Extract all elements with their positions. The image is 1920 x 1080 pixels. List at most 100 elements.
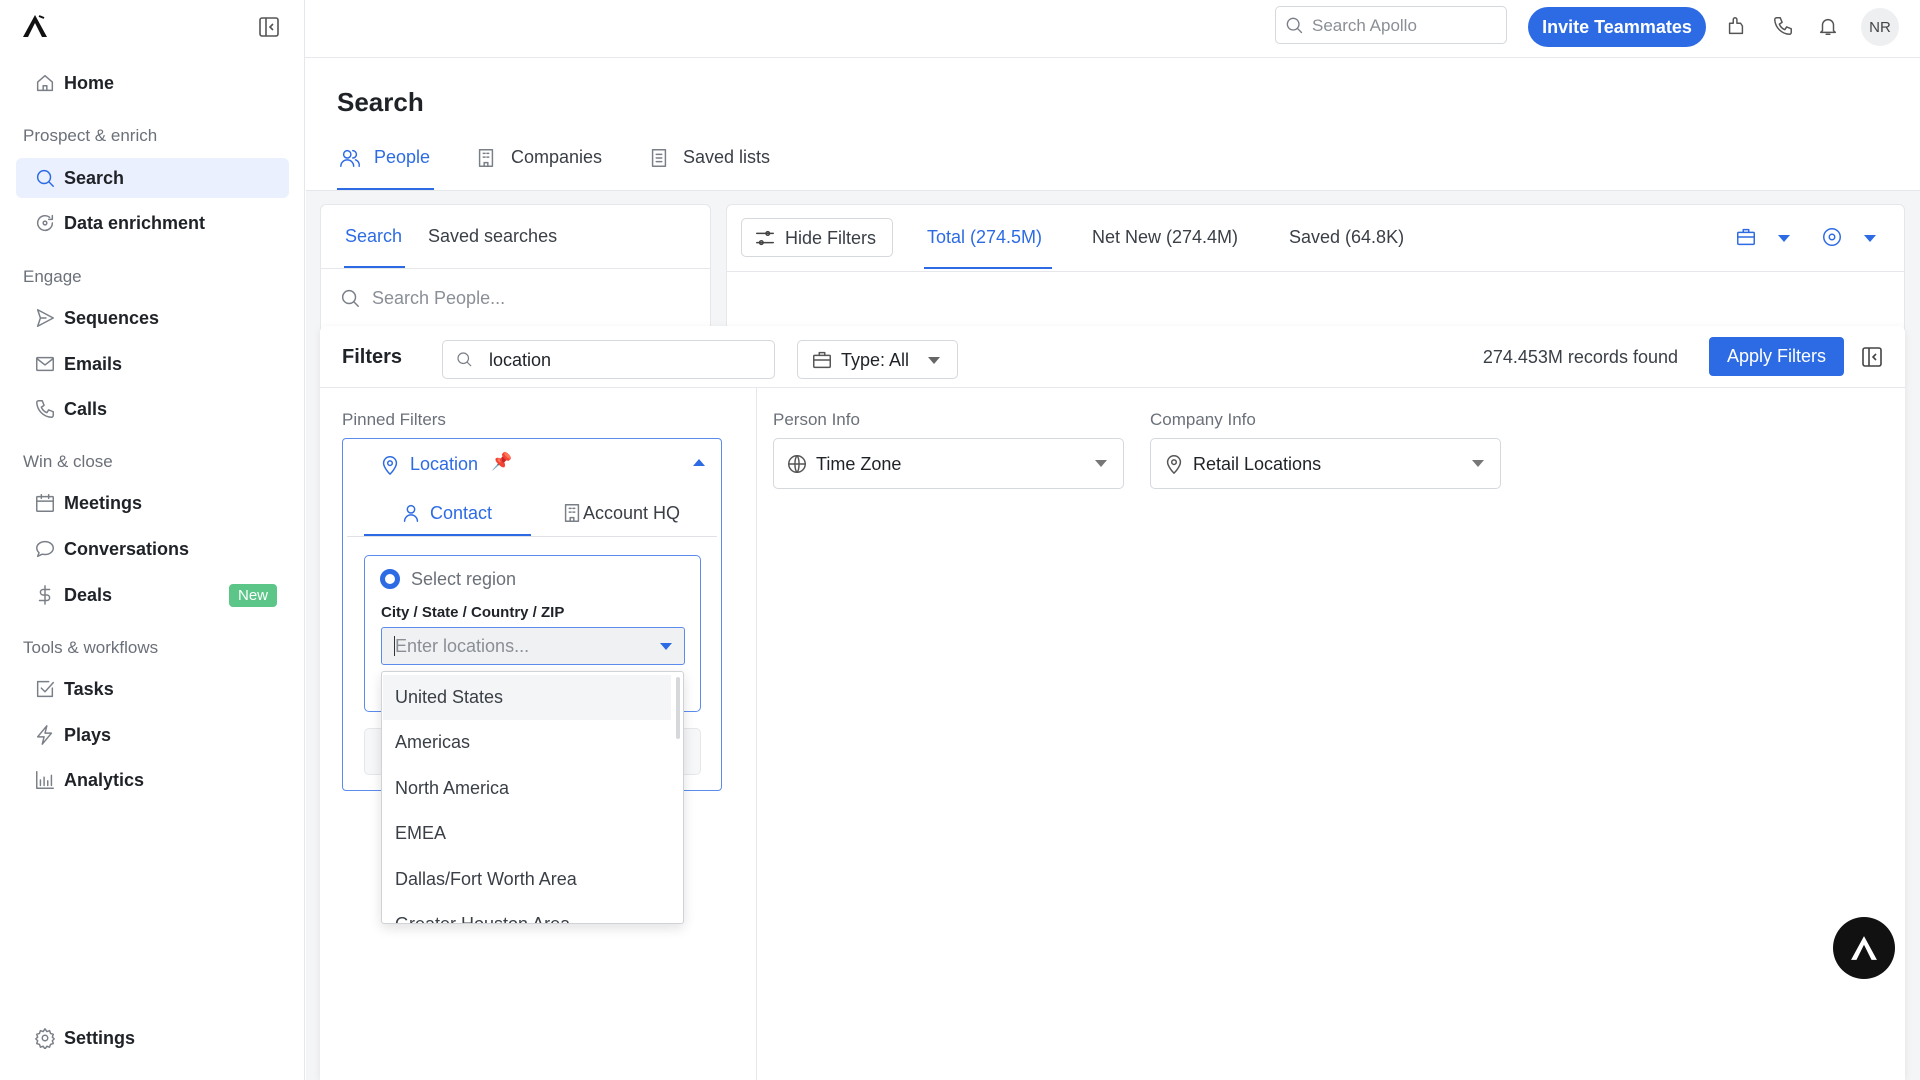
phone-icon[interactable] bbox=[1772, 15, 1794, 37]
filter-search-input[interactable]: location bbox=[442, 340, 775, 379]
section-win-close: Win & close bbox=[23, 452, 113, 471]
avatar[interactable]: NR bbox=[1861, 8, 1899, 46]
eye-icon[interactable] bbox=[1821, 226, 1843, 248]
divider bbox=[727, 271, 1904, 272]
calendar-icon bbox=[34, 492, 56, 514]
section-engage: Engage bbox=[23, 267, 82, 286]
type-dropdown[interactable]: Type: All bbox=[797, 340, 958, 379]
time-zone-filter[interactable]: Time Zone bbox=[773, 438, 1124, 489]
chevron-up-icon[interactable] bbox=[693, 459, 705, 466]
list-icon bbox=[648, 147, 668, 169]
search-icon bbox=[455, 350, 473, 368]
briefcase-icon bbox=[811, 349, 833, 371]
chevron-down-icon bbox=[1095, 460, 1107, 467]
dropdown-option[interactable]: United States bbox=[383, 675, 671, 720]
invite-teammates-button[interactable]: Invite Teammates bbox=[1528, 7, 1706, 47]
sidebar-item-emails[interactable]: Emails bbox=[16, 344, 289, 384]
sliders-icon bbox=[754, 227, 776, 249]
dropdown-option[interactable]: Americas bbox=[383, 720, 671, 765]
map-pin-icon bbox=[379, 454, 399, 476]
scrollbar[interactable] bbox=[676, 677, 680, 739]
hide-filters-button[interactable]: Hide Filters bbox=[741, 218, 893, 257]
people-icon bbox=[339, 147, 361, 169]
apollo-logo-icon bbox=[1851, 936, 1877, 960]
sidebar-item-search[interactable]: Search bbox=[16, 158, 289, 198]
location-filter-header[interactable]: Location 📌 bbox=[343, 439, 721, 489]
sidebar-item-settings[interactable]: Settings bbox=[16, 1018, 289, 1058]
tab-contact[interactable]: Contact bbox=[364, 500, 531, 536]
tab-account-hq[interactable]: Account HQ bbox=[553, 500, 703, 536]
tab-net-new[interactable]: Net New (274.4M) bbox=[1092, 227, 1238, 248]
section-tools: Tools & workflows bbox=[23, 638, 159, 657]
dropdown-option[interactable]: EMEA bbox=[383, 811, 671, 856]
divider bbox=[347, 536, 717, 537]
locations-input[interactable]: Enter locations... bbox=[381, 627, 685, 665]
chevron-down-icon bbox=[1472, 460, 1484, 467]
gear-icon bbox=[34, 1027, 56, 1049]
sidebar: Home Prospect & enrich Search Data enric… bbox=[0, 0, 305, 1080]
sidebar-item-calls[interactable]: Calls bbox=[16, 389, 289, 429]
sidebar-item-plays[interactable]: Plays bbox=[16, 715, 289, 755]
sidebar-item-tasks[interactable]: Tasks bbox=[16, 669, 289, 709]
filters-panel: Filters location Type: All 274.453M reco… bbox=[320, 326, 1905, 1080]
chevron-down-icon[interactable] bbox=[1778, 235, 1790, 242]
filters-title: Filters bbox=[342, 346, 403, 368]
tab-people[interactable]: People bbox=[337, 145, 434, 190]
divider bbox=[320, 387, 1905, 388]
apollo-logo[interactable] bbox=[22, 14, 48, 38]
divider bbox=[756, 388, 757, 1080]
tab-saved-lists[interactable]: Saved lists bbox=[648, 145, 788, 175]
sidebar-item-meetings[interactable]: Meetings bbox=[16, 483, 289, 523]
bell-icon[interactable] bbox=[1817, 15, 1839, 37]
briefcase-icon[interactable] bbox=[1735, 226, 1757, 248]
chat-icon bbox=[34, 538, 56, 560]
tab-saved-searches[interactable]: Saved searches bbox=[428, 226, 557, 247]
send-icon bbox=[34, 307, 56, 329]
bar-chart-icon bbox=[34, 769, 56, 791]
sidebar-item-conversations[interactable]: Conversations bbox=[16, 529, 289, 569]
assistant-button[interactable] bbox=[1833, 917, 1895, 979]
page-title: Search bbox=[337, 87, 424, 117]
chevron-down-icon bbox=[928, 357, 940, 364]
building-icon bbox=[561, 502, 581, 524]
chevron-down-icon[interactable] bbox=[1864, 235, 1876, 242]
sidebar-item-home[interactable]: Home bbox=[16, 63, 289, 103]
collapse-filters-icon[interactable] bbox=[1861, 346, 1883, 368]
active-tab-underline bbox=[924, 267, 1052, 269]
building-icon bbox=[475, 147, 495, 169]
tab-search[interactable]: Search bbox=[345, 226, 402, 247]
tab-companies[interactable]: Companies bbox=[475, 145, 615, 175]
dropdown-option[interactable]: Greater Houston Area bbox=[383, 902, 671, 923]
tab-total[interactable]: Total (274.5M) bbox=[927, 227, 1042, 248]
person-info-label: Person Info bbox=[773, 410, 860, 429]
mail-icon bbox=[34, 353, 56, 375]
map-pin-icon bbox=[1163, 453, 1183, 475]
retail-locations-filter[interactable]: Retail Locations bbox=[1150, 438, 1501, 489]
search-panel: Search Saved searches Search People... bbox=[320, 204, 711, 334]
chevron-down-icon bbox=[660, 643, 672, 650]
results-panel: Hide Filters Total (274.5M) Net New (274… bbox=[726, 204, 1905, 344]
collapse-sidebar-icon[interactable] bbox=[258, 16, 280, 38]
search-people-input[interactable]: Search People... bbox=[321, 269, 710, 329]
dollar-icon bbox=[34, 584, 56, 606]
global-search-input[interactable]: Search Apollo bbox=[1275, 6, 1507, 44]
refresh-icon bbox=[34, 212, 56, 234]
sidebar-item-deals[interactable]: Deals New bbox=[16, 575, 289, 615]
sidebar-item-analytics[interactable]: Analytics bbox=[16, 760, 289, 800]
sidebar-item-data-enrichment[interactable]: Data enrichment bbox=[16, 203, 289, 243]
field-label: City / State / Country / ZIP bbox=[381, 604, 565, 621]
search-icon bbox=[34, 167, 56, 189]
pinned-filters-label: Pinned Filters bbox=[342, 410, 446, 429]
new-badge: New bbox=[228, 583, 277, 607]
sidebar-item-sequences[interactable]: Sequences bbox=[16, 298, 289, 338]
extension-icon[interactable] bbox=[1725, 15, 1747, 37]
pin-icon[interactable]: 📌 bbox=[491, 452, 512, 472]
apply-filters-button[interactable]: Apply Filters bbox=[1709, 337, 1844, 376]
bolt-icon bbox=[34, 724, 56, 746]
phone-icon bbox=[34, 398, 56, 420]
radio-button[interactable] bbox=[380, 569, 400, 589]
dropdown-option[interactable]: Dallas/Fort Worth Area bbox=[383, 857, 671, 902]
dropdown-option[interactable]: North America bbox=[383, 766, 671, 811]
tab-saved[interactable]: Saved (64.8K) bbox=[1289, 227, 1404, 248]
search-icon bbox=[339, 287, 361, 309]
